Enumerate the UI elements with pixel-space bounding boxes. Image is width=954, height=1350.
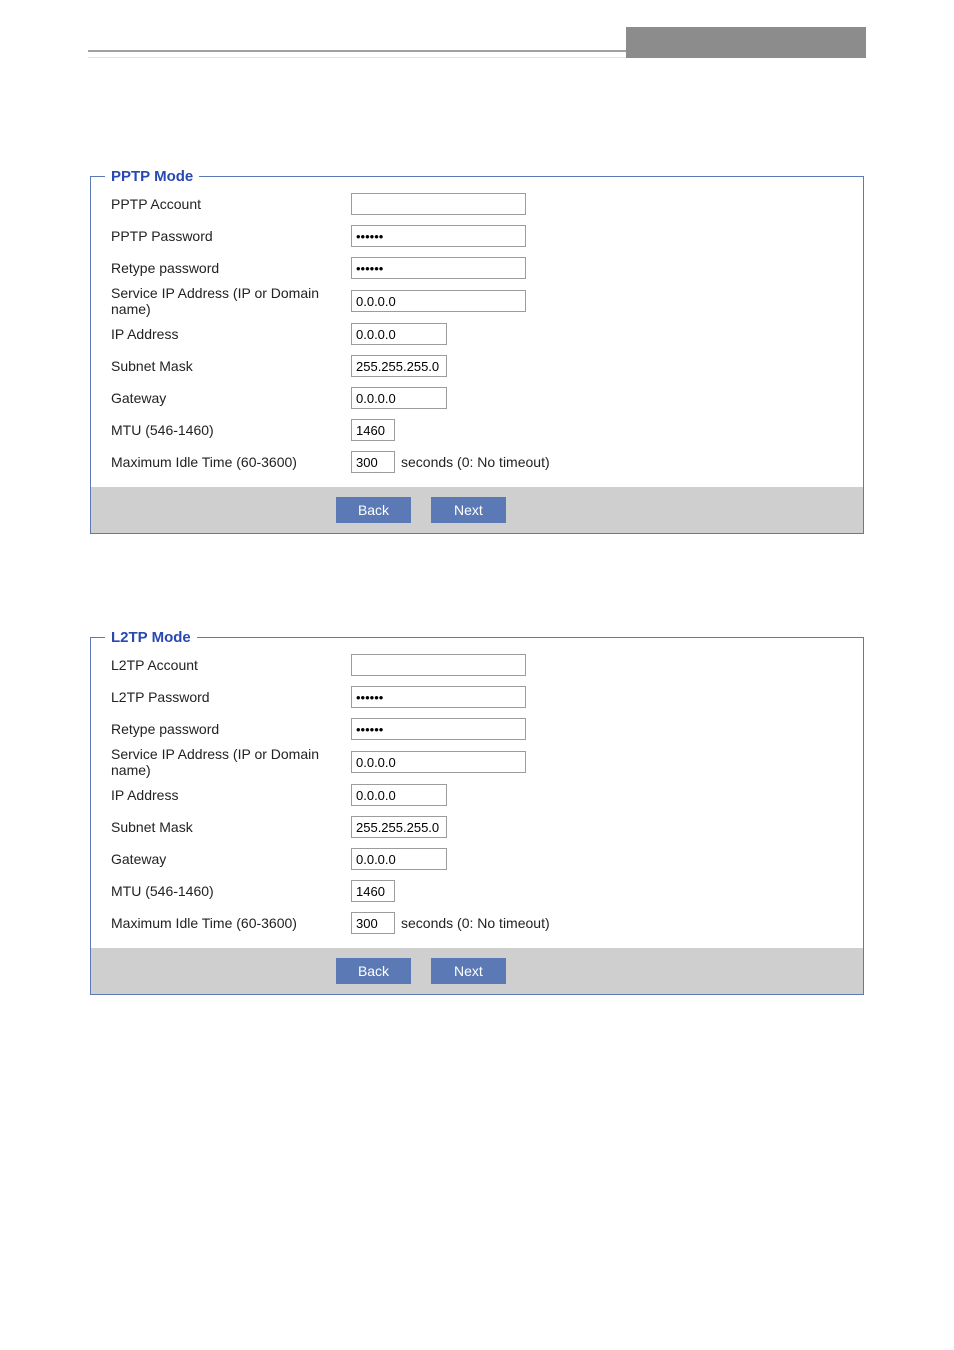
l2tp-password-label: L2TP Password (111, 689, 351, 705)
header-band (0, 0, 954, 50)
pptp-account-input[interactable] (351, 193, 526, 215)
l2tp-service-ip-input[interactable] (351, 751, 526, 773)
l2tp-max-idle-label: Maximum Idle Time (60-3600) (111, 915, 351, 931)
pptp-ip-label: IP Address (111, 326, 351, 342)
pptp-max-idle-input[interactable] (351, 451, 395, 473)
pptp-mtu-label: MTU (546-1460) (111, 422, 351, 438)
l2tp-gateway-input[interactable] (351, 848, 447, 870)
l2tp-retype-input[interactable] (351, 718, 526, 740)
pptp-next-button[interactable]: Next (431, 497, 506, 523)
l2tp-ip-input[interactable] (351, 784, 447, 806)
l2tp-ip-label: IP Address (111, 787, 351, 803)
l2tp-mode-fieldset: L2TP Mode L2TP Account L2TP Password Ret… (90, 629, 864, 995)
pptp-retype-input[interactable] (351, 257, 526, 279)
pptp-legend: PPTP Mode (105, 168, 199, 185)
header-dark-block (626, 27, 866, 58)
pptp-back-button[interactable]: Back (336, 497, 411, 523)
pptp-subnet-input[interactable] (351, 355, 447, 377)
l2tp-button-bar: Back Next (91, 948, 863, 994)
l2tp-idle-suffix: seconds (0: No timeout) (401, 915, 550, 931)
l2tp-subnet-label: Subnet Mask (111, 819, 351, 835)
pptp-password-label: PPTP Password (111, 228, 351, 244)
pptp-subnet-label: Subnet Mask (111, 358, 351, 374)
l2tp-password-input[interactable] (351, 686, 526, 708)
l2tp-account-label: L2TP Account (111, 657, 351, 673)
pptp-mode-fieldset: PPTP Mode PPTP Account PPTP Password Ret… (90, 168, 864, 534)
l2tp-subnet-input[interactable] (351, 816, 447, 838)
l2tp-legend: L2TP Mode (105, 629, 197, 646)
pptp-ip-input[interactable] (351, 323, 447, 345)
l2tp-retype-label: Retype password (111, 721, 351, 737)
l2tp-mtu-label: MTU (546-1460) (111, 883, 351, 899)
l2tp-gateway-label: Gateway (111, 851, 351, 867)
pptp-service-ip-input[interactable] (351, 290, 526, 312)
l2tp-mtu-input[interactable] (351, 880, 395, 902)
pptp-password-input[interactable] (351, 225, 526, 247)
pptp-max-idle-label: Maximum Idle Time (60-3600) (111, 454, 351, 470)
pptp-mtu-input[interactable] (351, 419, 395, 441)
l2tp-back-button[interactable]: Back (336, 958, 411, 984)
pptp-account-label: PPTP Account (111, 196, 351, 212)
pptp-idle-suffix: seconds (0: No timeout) (401, 454, 550, 470)
l2tp-service-ip-label: Service IP Address (IP or Domain name) (111, 746, 351, 778)
pptp-retype-label: Retype password (111, 260, 351, 276)
pptp-button-bar: Back Next (91, 487, 863, 533)
pptp-gateway-input[interactable] (351, 387, 447, 409)
pptp-gateway-label: Gateway (111, 390, 351, 406)
l2tp-account-input[interactable] (351, 654, 526, 676)
l2tp-next-button[interactable]: Next (431, 958, 506, 984)
l2tp-max-idle-input[interactable] (351, 912, 395, 934)
pptp-service-ip-label: Service IP Address (IP or Domain name) (111, 285, 351, 317)
